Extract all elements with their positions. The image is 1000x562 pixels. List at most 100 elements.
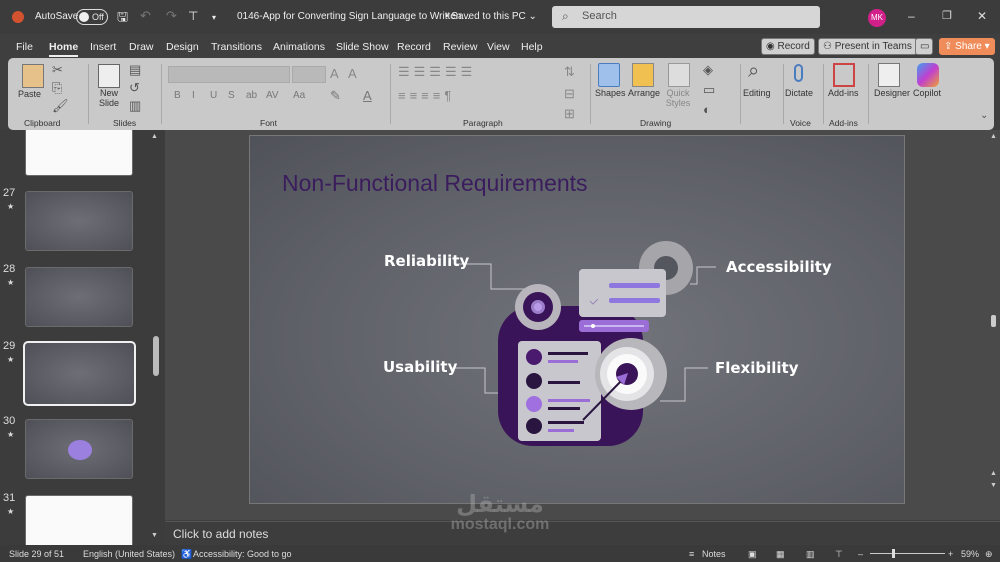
customize-qat-icon[interactable]: ▾ xyxy=(212,13,216,22)
close-icon[interactable]: ✕ xyxy=(977,9,987,23)
slide-thumbnail-28[interactable] xyxy=(25,267,133,327)
zoom-out-icon[interactable]: – xyxy=(858,549,863,559)
section-icon[interactable]: ▥ xyxy=(129,98,141,114)
copy-icon[interactable]: ⎘ xyxy=(52,80,62,96)
spacing-button[interactable]: AV xyxy=(266,90,279,101)
font-name-select[interactable] xyxy=(168,66,290,83)
slide-thumbnail-31[interactable] xyxy=(25,495,133,545)
paste-button[interactable]: Paste xyxy=(18,89,41,99)
underline-button[interactable]: U xyxy=(210,90,217,101)
notes-placeholder[interactable]: Click to add notes xyxy=(173,527,268,541)
designer-icon[interactable] xyxy=(878,63,900,87)
notes-pane[interactable]: Click to add notes xyxy=(165,521,1000,545)
label-usability[interactable]: Usability xyxy=(383,358,457,376)
collapse-ribbon-icon[interactable]: ⌄ xyxy=(980,110,988,121)
highlight-icon[interactable]: ✎ xyxy=(330,88,341,104)
quick-styles-button[interactable]: Quick Styles xyxy=(664,88,692,108)
search-input[interactable]: ⌕ Search xyxy=(552,6,820,28)
italic-button[interactable]: I xyxy=(192,90,195,101)
editing-button[interactable]: Editing xyxy=(743,88,771,98)
slide-thumbnail-26[interactable] xyxy=(25,130,133,176)
smartart-icon[interactable]: ⊞ xyxy=(564,106,575,122)
new-slide-icon[interactable] xyxy=(98,64,120,88)
arrange-icon[interactable] xyxy=(632,63,654,87)
normal-view-icon[interactable]: ▣ xyxy=(748,549,757,560)
shapes-button[interactable]: Shapes xyxy=(595,88,626,98)
tab-slide-show[interactable]: Slide Show xyxy=(336,41,389,53)
shape-outline-icon[interactable]: ▭ xyxy=(703,82,715,98)
tab-animations[interactable]: Animations xyxy=(273,41,325,53)
add-ins-icon[interactable] xyxy=(833,63,855,87)
label-reliability[interactable]: Reliability xyxy=(384,252,469,270)
tab-transitions[interactable]: Transitions xyxy=(211,41,262,53)
find-icon[interactable]: ⌕ xyxy=(748,60,759,83)
slide-thumbnail-30[interactable] xyxy=(25,419,133,479)
shape-effects-icon[interactable]: ◐ xyxy=(703,102,711,117)
paste-icon[interactable] xyxy=(22,64,44,88)
undo-icon[interactable]: ↶ xyxy=(140,8,151,24)
save-status[interactable]: • Saved to this PC ⌄ xyxy=(445,11,537,22)
scrollbar-thumb[interactable] xyxy=(991,315,996,327)
add-ins-button[interactable]: Add-ins xyxy=(828,88,859,98)
avatar[interactable]: MK xyxy=(868,9,886,27)
decrease-font-icon[interactable]: A xyxy=(348,66,357,81)
tab-file[interactable]: File xyxy=(16,41,33,53)
bold-button[interactable]: B xyxy=(174,90,181,101)
scrollbar-thumb[interactable] xyxy=(153,336,159,376)
slide-thumbnail-27[interactable] xyxy=(25,191,133,251)
comments-button[interactable]: ▭ xyxy=(915,38,933,55)
record-button[interactable]: ◉ Record xyxy=(761,38,815,55)
accessibility-status[interactable]: Accessibility: Good to go xyxy=(193,549,292,559)
copilot-button[interactable]: Copilot xyxy=(913,88,941,98)
zoom-level[interactable]: 59% xyxy=(961,549,979,559)
text-direction-icon[interactable]: ⇅ xyxy=(564,64,575,80)
copilot-icon[interactable] xyxy=(917,63,939,87)
tab-help[interactable]: Help xyxy=(521,41,543,53)
slide-canvas[interactable]: Non-Functional Requirements Reliability … xyxy=(249,135,905,504)
shapes-icon[interactable] xyxy=(598,63,620,87)
tab-home[interactable]: Home xyxy=(49,41,79,57)
microphone-icon[interactable] xyxy=(794,64,803,82)
format-painter-icon[interactable]: 🖌 xyxy=(52,98,69,114)
list-icons[interactable]: ☰☰☰☰☰ xyxy=(398,64,476,80)
zoom-slider-thumb[interactable] xyxy=(892,549,896,558)
font-size-select[interactable] xyxy=(292,66,326,83)
next-slide-icon[interactable]: ▼ xyxy=(990,482,997,489)
tab-insert[interactable]: Insert xyxy=(90,41,116,53)
language-status[interactable]: English (United States) xyxy=(83,549,175,559)
strikethrough-button[interactable]: ab xyxy=(246,90,257,101)
slideshow-icon[interactable]: ⊤ xyxy=(835,549,843,560)
tab-review[interactable]: Review xyxy=(443,41,477,53)
align-icons[interactable]: ≡≡≡≡¶ xyxy=(398,88,455,103)
tab-draw[interactable]: Draw xyxy=(129,41,154,53)
quick-styles-icon[interactable] xyxy=(668,63,690,87)
dictate-button[interactable]: Dictate xyxy=(785,88,813,98)
restore-icon[interactable]: ❐ xyxy=(942,9,952,22)
designer-button[interactable]: Designer xyxy=(874,88,910,98)
reading-view-icon[interactable]: ▥ xyxy=(806,549,815,560)
thumbnails-scrollbar[interactable]: ▲ ▼ xyxy=(151,130,161,545)
shadow-button[interactable]: S xyxy=(228,90,235,101)
fit-to-window-icon[interactable]: ⊕ xyxy=(985,549,993,560)
present-icon[interactable]: ⊤ xyxy=(188,9,198,23)
tab-design[interactable]: Design xyxy=(166,41,199,53)
save-icon[interactable]: 🖫 xyxy=(117,8,128,30)
change-case-button[interactable]: Aa xyxy=(293,90,305,101)
increase-font-icon[interactable]: A xyxy=(330,66,339,81)
redo-icon[interactable]: ↷ xyxy=(166,8,177,24)
layout-icon[interactable]: ▤ xyxy=(129,62,141,78)
zoom-in-icon[interactable]: + xyxy=(948,549,953,559)
minimize-icon[interactable]: – xyxy=(908,9,915,23)
editor-scrollbar[interactable]: ▲ ▲ ▼ xyxy=(988,130,1000,520)
label-flexibility[interactable]: Flexibility xyxy=(715,359,799,377)
zoom-slider[interactable] xyxy=(870,553,945,554)
reset-icon[interactable]: ↺ xyxy=(129,80,140,96)
label-accessibility[interactable]: Accessibility xyxy=(726,258,832,276)
tab-record[interactable]: Record xyxy=(397,41,431,53)
align-text-icon[interactable]: ⊟ xyxy=(564,86,575,102)
shape-fill-icon[interactable]: ◈ xyxy=(703,62,713,78)
slide-thumbnail-29-selected[interactable] xyxy=(23,341,136,406)
autosave-toggle[interactable]: Off xyxy=(76,9,108,25)
notes-button[interactable]: Notes xyxy=(702,549,726,559)
previous-slide-icon[interactable]: ▲ xyxy=(990,470,997,477)
